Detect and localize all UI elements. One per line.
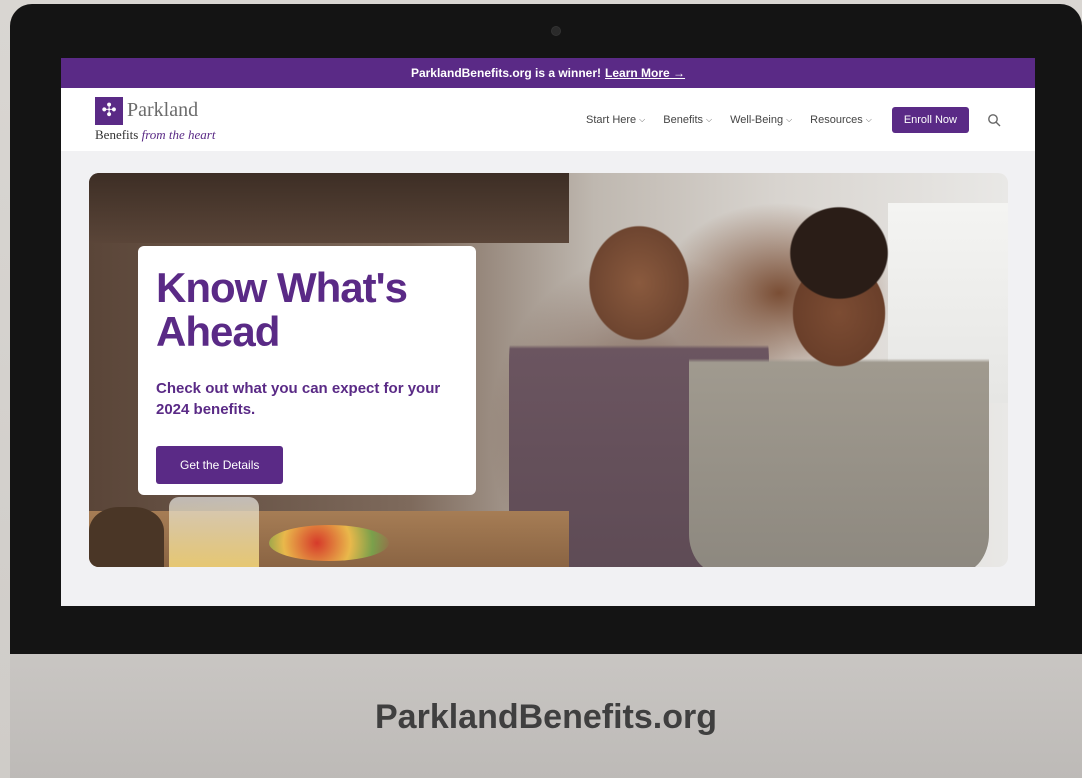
hero-title: Know What's Ahead	[156, 264, 408, 355]
nav-item-label: Benefits	[663, 113, 703, 126]
hero-photo-vegetables	[269, 525, 389, 561]
logo-tagline-italic: from the heart	[141, 126, 216, 142]
nav-item-start-here[interactable]: Start Here ⌵	[586, 114, 645, 126]
get-the-details-button[interactable]: Get the Details	[156, 446, 284, 484]
chevron-down-icon: ⌵	[865, 114, 872, 124]
announcement-text: ParklandBenefits.org is a winner!	[410, 66, 602, 80]
logo-name: Parkland	[127, 99, 199, 121]
monitor-chin: ParklandBenefits.org	[10, 654, 1082, 778]
logo-tagline-plain: Benefits	[95, 126, 139, 142]
chevron-down-icon: ⌵	[786, 114, 793, 124]
camera-icon	[551, 26, 561, 36]
announcement-bar: ParklandBenefits.org is a winner! Learn …	[61, 58, 1035, 88]
nav-item-resources[interactable]: Resources ⌵	[810, 114, 872, 126]
nav-item-benefits[interactable]: Benefits ⌵	[663, 114, 712, 126]
learn-more-link[interactable]: Learn More →	[605, 66, 685, 80]
site-logo[interactable]: ✣ Parkland Benefits from the heart	[95, 96, 215, 143]
chevron-down-icon: ⌵	[639, 114, 646, 124]
main-menu: Start Here ⌵ Benefits ⌵ Well-Being ⌵ Res…	[586, 106, 1001, 133]
site-header: ✣ Parkland Benefits from the heart Start…	[61, 88, 1035, 151]
search-icon[interactable]	[987, 113, 1001, 127]
logo-tagline: Benefits from the heart	[95, 127, 215, 143]
nav-item-well-being[interactable]: Well-Being ⌵	[730, 114, 792, 126]
device-caption: ParklandBenefits.org	[375, 698, 717, 736]
enroll-now-button[interactable]: Enroll Now	[891, 106, 969, 133]
chevron-down-icon: ⌵	[706, 114, 713, 124]
hero-subtitle: Check out what you can expect for your 2…	[156, 380, 441, 418]
hero-photo-person	[689, 183, 989, 567]
nav-item-label: Start Here	[586, 113, 637, 126]
hero-card: Know What's Ahead Check out what you can…	[138, 246, 476, 495]
hero-photo-bread	[89, 507, 164, 567]
hero-photo-shelf	[89, 173, 569, 243]
hero-photo-jar	[169, 497, 259, 567]
nav-item-label: Resources	[810, 113, 863, 126]
browser-screen: ParklandBenefits.org is a winner! Learn …	[61, 58, 1035, 606]
nav-item-label: Well-Being	[730, 113, 784, 126]
parkland-logo-icon: ✣	[95, 96, 123, 125]
hero-banner: Know What's Ahead Check out what you can…	[89, 173, 1008, 567]
